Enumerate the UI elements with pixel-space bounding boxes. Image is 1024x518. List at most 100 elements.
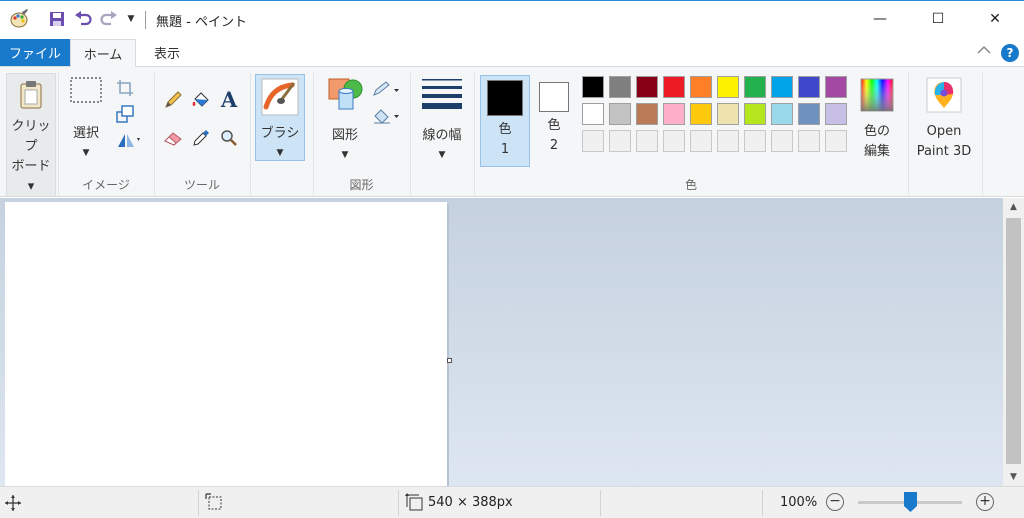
color1-label: 色 — [498, 122, 512, 137]
group-separator — [410, 73, 411, 195]
paint3d-label-2: Paint 3D — [916, 144, 972, 159]
canvas-workspace — [0, 198, 1003, 486]
palette-swatch[interactable] — [717, 130, 739, 152]
palette-swatch[interactable] — [744, 130, 766, 152]
color-picker-icon[interactable] — [190, 127, 212, 149]
line-width-icon — [422, 79, 462, 109]
eraser-icon[interactable] — [162, 127, 184, 149]
select-button[interactable]: 選択 ▼ — [64, 75, 108, 158]
save-icon[interactable] — [47, 9, 67, 29]
zoom-out-button[interactable]: − — [826, 493, 844, 511]
magnifier-icon[interactable] — [218, 127, 240, 149]
palette-swatch[interactable] — [825, 103, 847, 125]
customize-quick-access-icon[interactable]: ▼ — [124, 9, 138, 29]
palette-swatch[interactable] — [825, 76, 847, 98]
palette-swatch[interactable] — [636, 76, 658, 98]
select-icon — [70, 77, 102, 103]
size-button[interactable]: 線の幅 ▼ — [416, 77, 468, 160]
palette-swatch[interactable] — [798, 103, 820, 125]
palette-swatch[interactable] — [609, 76, 631, 98]
canvas-resize-handle[interactable] — [447, 358, 452, 363]
palette-swatch[interactable] — [582, 76, 604, 98]
palette-swatch[interactable] — [744, 76, 766, 98]
color1-button[interactable]: 色 1 — [480, 75, 530, 167]
palette-swatch[interactable] — [717, 76, 739, 98]
edit-colors-button[interactable]: 色の 編集 — [854, 77, 900, 162]
brushes-label: ブラシ — [260, 126, 300, 141]
vertical-scrollbar[interactable]: ▲ ▼ — [1003, 198, 1024, 486]
collapse-ribbon-icon[interactable] — [976, 44, 992, 60]
shapes-icon — [328, 78, 363, 110]
color2-button[interactable]: 色 2 — [534, 76, 574, 156]
palette-swatch[interactable] — [825, 130, 847, 152]
palette-swatch[interactable] — [690, 130, 712, 152]
palette-swatch[interactable] — [771, 130, 793, 152]
clipboard-button[interactable]: クリップ ボード ▾ — [6, 73, 56, 197]
tools-group-label: ツール — [183, 178, 220, 192]
palette-swatch[interactable] — [582, 103, 604, 125]
scroll-down-icon[interactable]: ▼ — [1003, 468, 1024, 486]
scrollbar-thumb[interactable] — [1006, 218, 1021, 464]
zoom-slider-thumb[interactable] — [903, 492, 917, 512]
palette-swatch[interactable] — [717, 103, 739, 125]
tab-home[interactable]: ホーム — [70, 39, 136, 67]
palette-swatch[interactable] — [609, 103, 631, 125]
palette-swatch[interactable] — [798, 130, 820, 152]
shapes-button[interactable]: 図形 ▼ — [320, 75, 370, 160]
status-separator — [198, 490, 199, 516]
canvas-size-icon — [405, 493, 423, 511]
brushes-dropdown-icon: ▼ — [276, 148, 284, 158]
redo-icon[interactable] — [99, 9, 119, 29]
tab-file[interactable]: ファイル — [0, 39, 70, 66]
canvas-size-text: 540 × 388px — [428, 495, 513, 510]
group-separator — [250, 73, 251, 195]
palette-swatch[interactable] — [771, 76, 793, 98]
palette-swatch[interactable] — [636, 130, 658, 152]
scroll-up-icon[interactable]: ▲ — [1003, 198, 1024, 216]
rotate-icon[interactable] — [114, 129, 144, 151]
palette-swatch[interactable] — [663, 76, 685, 98]
minimize-button[interactable]: — — [851, 1, 909, 37]
close-button[interactable]: ✕ — [966, 1, 1024, 37]
pencil-icon[interactable] — [162, 89, 184, 111]
fill-icon[interactable] — [370, 105, 402, 127]
drawing-canvas[interactable] — [5, 202, 447, 486]
outline-icon[interactable] — [370, 79, 402, 101]
palette-swatch[interactable] — [798, 76, 820, 98]
crop-icon[interactable] — [114, 77, 136, 99]
palette-swatch[interactable] — [663, 130, 685, 152]
palette-swatch[interactable] — [771, 103, 793, 125]
paint3d-icon — [926, 77, 962, 113]
status-separator — [398, 490, 399, 516]
fill-bucket-icon[interactable] — [190, 89, 212, 111]
shapes-dropdown-icon: ▼ — [341, 150, 349, 160]
palette-swatch[interactable] — [690, 76, 712, 98]
help-icon[interactable]: ? — [1001, 44, 1019, 62]
shapes-label: 図形 — [331, 128, 358, 143]
ribbon: クリップ ボード ▾ 選択 ▼ イメージ A ツール ブラシ ▼ 図形 ▼ 図形… — [0, 66, 1024, 197]
brush-icon — [261, 78, 299, 116]
color2-number: 2 — [549, 138, 559, 153]
palette-swatch[interactable] — [690, 103, 712, 125]
paint-app-icon[interactable] — [8, 9, 30, 29]
title-bar: ▼ 無題 - ペイント — ☐ ✕ — [0, 0, 1024, 36]
tab-view[interactable]: 表示 — [138, 39, 196, 66]
maximize-button[interactable]: ☐ — [909, 1, 967, 37]
shapes-group-label: 図形 — [349, 178, 374, 192]
palette-swatch[interactable] — [744, 103, 766, 125]
zoom-in-button[interactable]: + — [976, 493, 994, 511]
title-separator — [145, 11, 146, 29]
cursor-position-icon — [4, 494, 22, 512]
palette-swatch[interactable] — [582, 130, 604, 152]
palette-swatch[interactable] — [663, 103, 685, 125]
palette-swatch[interactable] — [609, 130, 631, 152]
undo-icon[interactable] — [73, 9, 93, 29]
edit-colors-label-2: 編集 — [863, 144, 890, 159]
zoom-level-text: 100% — [780, 495, 818, 510]
text-tool-icon[interactable]: A — [217, 87, 241, 112]
resize-icon[interactable] — [114, 103, 136, 125]
palette-swatch[interactable] — [636, 103, 658, 125]
brushes-button[interactable]: ブラシ ▼ — [255, 74, 305, 161]
open-paint3d-button[interactable]: Open Paint 3D — [912, 77, 976, 162]
status-bar: 540 × 388px 100% − + — [0, 486, 1024, 518]
